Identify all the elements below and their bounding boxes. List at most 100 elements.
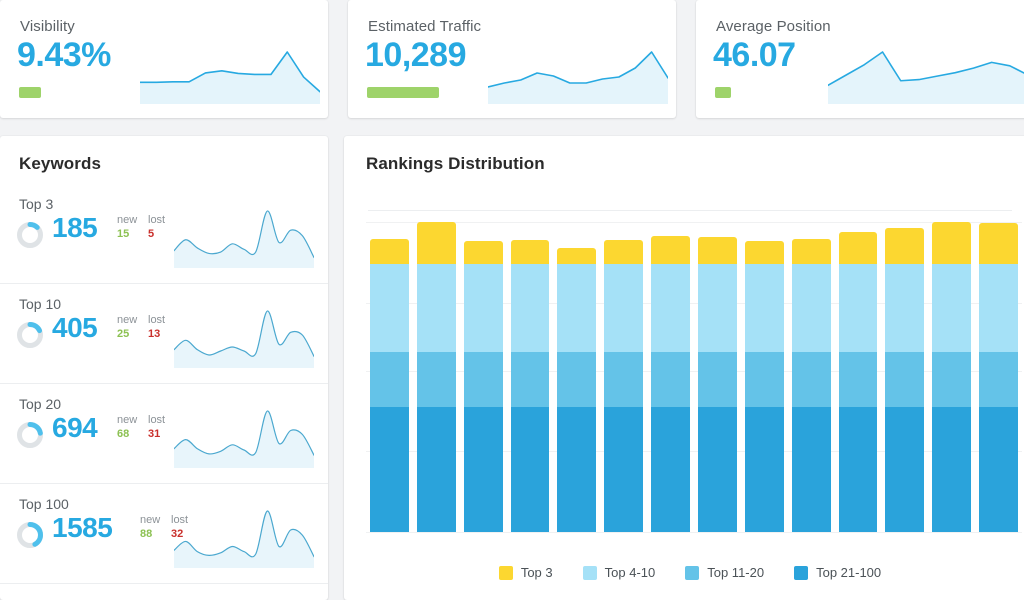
keyword-delta: new lost 25 13 — [117, 314, 170, 340]
legend-swatch-icon — [794, 565, 809, 580]
bar-column[interactable] — [553, 222, 600, 532]
kpi-value: 46.07 — [713, 36, 796, 74]
keyword-count: 694 — [52, 412, 98, 443]
stacked-bar[interactable] — [744, 240, 784, 532]
bar-column[interactable] — [881, 222, 928, 532]
legend-label: Top 11-20 — [707, 565, 765, 580]
keyword-row-top-10[interactable]: Top 10 405 new lost 25 13 — [0, 284, 328, 384]
progress-ring-icon — [17, 322, 43, 348]
stacked-bar[interactable] — [838, 231, 878, 532]
bar-column[interactable] — [928, 222, 975, 532]
stacked-bar[interactable] — [557, 248, 597, 532]
keyword-row-top-20[interactable]: Top 20 694 new lost 68 31 — [0, 384, 328, 484]
bar-column[interactable] — [460, 222, 507, 532]
bar-segment-top-21-100 — [698, 407, 737, 532]
bar-segment-top-11-20 — [604, 352, 644, 408]
kpi-title: Visibility — [20, 18, 75, 35]
stacked-bar-chart — [366, 222, 1022, 533]
keyword-count: 405 — [52, 312, 98, 343]
dashboard-page: Visibility 9.43% Estimated Traffic 10,28… — [0, 0, 1024, 600]
kpi-sparkline — [828, 46, 1024, 104]
divider — [368, 210, 1012, 211]
legend-item[interactable]: Top 3 — [498, 565, 553, 580]
stacked-bar[interactable] — [651, 236, 691, 532]
bar-column[interactable] — [788, 222, 835, 532]
bar-segment-top-11-20 — [416, 352, 456, 408]
bar-column[interactable] — [600, 222, 647, 532]
bar-segment-top-3 — [885, 227, 925, 264]
bar-segment-top-21-100 — [932, 407, 972, 532]
bar-column[interactable] — [835, 222, 882, 532]
keyword-delta: new lost 68 31 — [117, 414, 170, 440]
delta-lost-value: 5 — [148, 228, 155, 240]
bar-column[interactable] — [507, 222, 554, 532]
legend-item[interactable]: Top 4-10 — [582, 565, 655, 580]
page-title: Keywords — [19, 154, 102, 173]
bar-group — [366, 222, 1022, 532]
delta-lost-value: 31 — [148, 428, 161, 440]
keyword-delta: new lost 15 5 — [117, 214, 170, 240]
stacked-bar[interactable] — [463, 240, 503, 532]
stacked-bar[interactable] — [885, 227, 925, 532]
keyword-row-top-100[interactable]: Top 100 1585 new lost 88 32 — [0, 484, 328, 584]
bar-segment-top-11-20 — [370, 352, 409, 408]
kpi-card-estimated-traffic[interactable]: Estimated Traffic 10,289 — [348, 0, 676, 118]
rankings-distribution-panel: Rankings Distribution Top 3 Top 4-10 Top 1… — [344, 136, 1024, 600]
delta-new-value: 15 — [117, 228, 130, 240]
bar-segment-top-11-20 — [744, 352, 784, 408]
stacked-bar[interactable] — [698, 237, 737, 532]
bar-segment-top-4-10 — [838, 263, 878, 353]
legend-item[interactable]: Top 21-100 — [794, 565, 881, 580]
stacked-bar[interactable] — [979, 223, 1019, 532]
delta-new-value: 68 — [117, 428, 130, 440]
bar-column[interactable] — [366, 222, 413, 532]
bar-segment-top-3 — [604, 239, 644, 264]
bar-segment-top-11-20 — [651, 352, 691, 408]
chart-gridline — [366, 532, 1022, 533]
legend-swatch-icon — [685, 565, 700, 580]
bar-column[interactable] — [694, 222, 741, 532]
delta-new-value: 88 — [140, 528, 153, 540]
bar-segment-top-4-10 — [885, 263, 925, 353]
chart-legend: Top 3 Top 4-10 Top 11-20 Top 21-100 — [344, 565, 1024, 580]
bar-segment-top-3 — [791, 238, 831, 264]
delta-new-value: 25 — [117, 328, 130, 340]
stacked-bar[interactable] — [370, 238, 409, 532]
stacked-bar[interactable] — [604, 239, 644, 532]
bar-column[interactable] — [975, 222, 1022, 532]
page-title: Rankings Distribution — [366, 154, 545, 173]
keyword-row-label: Top 3 — [19, 196, 54, 212]
stacked-bar[interactable] — [416, 222, 456, 532]
delta-lost-value: 13 — [148, 328, 161, 340]
bar-segment-top-11-20 — [698, 352, 737, 408]
stacked-bar[interactable] — [932, 222, 972, 532]
bar-segment-top-11-20 — [838, 352, 878, 408]
delta-new-label: new — [140, 514, 161, 526]
delta-new-label: new — [117, 214, 138, 226]
stacked-bar[interactable] — [791, 238, 831, 532]
bar-segment-top-3 — [510, 239, 550, 264]
bar-segment-top-4-10 — [651, 263, 691, 353]
kpi-card-visibility[interactable]: Visibility 9.43% — [0, 0, 328, 118]
kpi-trend-bar — [367, 87, 439, 98]
kpi-value: 10,289 — [365, 36, 467, 74]
legend-item[interactable]: Top 11-20 — [685, 565, 764, 580]
bar-column[interactable] — [741, 222, 788, 532]
bar-segment-top-21-100 — [791, 407, 831, 532]
bar-segment-top-3 — [932, 222, 972, 264]
bar-segment-top-21-100 — [651, 407, 691, 532]
keyword-count: 185 — [52, 212, 98, 243]
stacked-bar[interactable] — [510, 239, 550, 532]
kpi-sparkline — [140, 46, 320, 104]
legend-label: Top 3 — [520, 565, 553, 580]
legend-label: Top 21-100 — [816, 565, 882, 580]
keyword-row-top-3[interactable]: Top 3 185 new lost 15 5 — [0, 184, 328, 284]
bar-column[interactable] — [647, 222, 694, 532]
bar-segment-top-3 — [416, 222, 456, 264]
bar-segment-top-3 — [838, 231, 878, 264]
bar-segment-top-4-10 — [510, 263, 550, 353]
bar-segment-top-4-10 — [932, 263, 972, 353]
bar-column[interactable] — [413, 222, 460, 532]
kpi-card-average-position[interactable]: Average Position 46.07 — [696, 0, 1024, 118]
bar-segment-top-21-100 — [604, 407, 644, 532]
